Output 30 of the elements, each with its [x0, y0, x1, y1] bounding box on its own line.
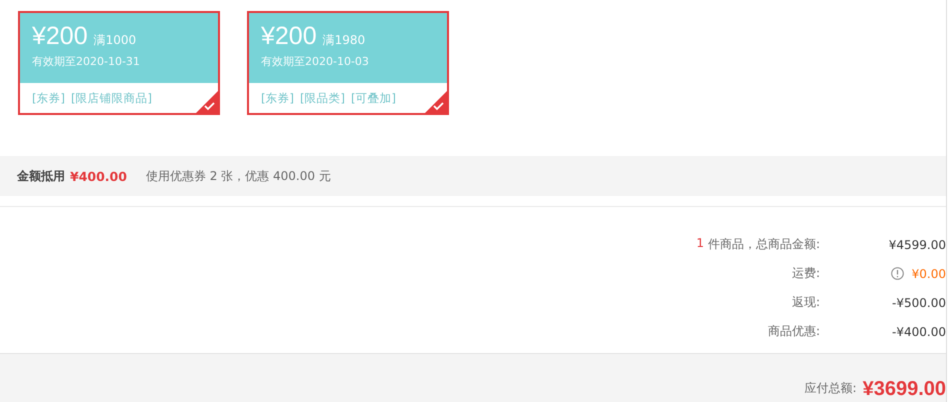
coupon-tag: [东券] [32, 91, 65, 106]
summary-label: 商品优惠: [768, 323, 820, 340]
coupon-tag: [限店铺限商品] [70, 91, 152, 106]
summary-label: 返现: [792, 294, 820, 311]
coupon-card[interactable]: ¥200 满1000 有效期至2020-10-31 [东券] [限店铺限商品] [18, 11, 220, 115]
coupon-validity: 有效期至2020-10-31 [32, 54, 141, 69]
check-corner-icon [425, 91, 447, 113]
deduction-label: 金额抵用 [17, 168, 65, 184]
coupon-card[interactable]: ¥200 满1980 有效期至2020-10-03 [东券] [限品类] [可叠加] [247, 11, 449, 115]
coupon-threshold: 满1980 [322, 32, 366, 49]
coupon-amount: ¥200 [261, 22, 317, 50]
summary-value: ¥4599.00 [888, 238, 946, 252]
item-count: 1 [696, 236, 704, 252]
coupon-tag: [可叠加] [350, 91, 396, 106]
deduction-note: 使用优惠券 2 张，优惠 400.00 元 [146, 168, 331, 184]
summary-value: -¥500.00 [892, 296, 946, 310]
coupon-tag: [限品类] [300, 91, 345, 106]
coupon-validity: 有效期至2020-10-03 [261, 54, 370, 69]
deduction-amount: ¥400.00 [70, 168, 127, 184]
summary-value: ¥0.00 [912, 266, 946, 280]
summary-label: 件商品，总商品金额: [708, 236, 820, 253]
coupon-amount: ¥200 [32, 22, 88, 50]
summary-label: 运费: [792, 265, 820, 282]
total-amount: ¥3699.00 [862, 378, 946, 400]
coupon-tag: [东券] [261, 91, 294, 106]
coupon-threshold: 满1000 [94, 32, 136, 49]
check-corner-icon [196, 91, 218, 113]
info-icon[interactable] [890, 267, 904, 280]
summary-value: -¥400.00 [892, 324, 946, 338]
total-label: 应付总额: [804, 380, 857, 397]
